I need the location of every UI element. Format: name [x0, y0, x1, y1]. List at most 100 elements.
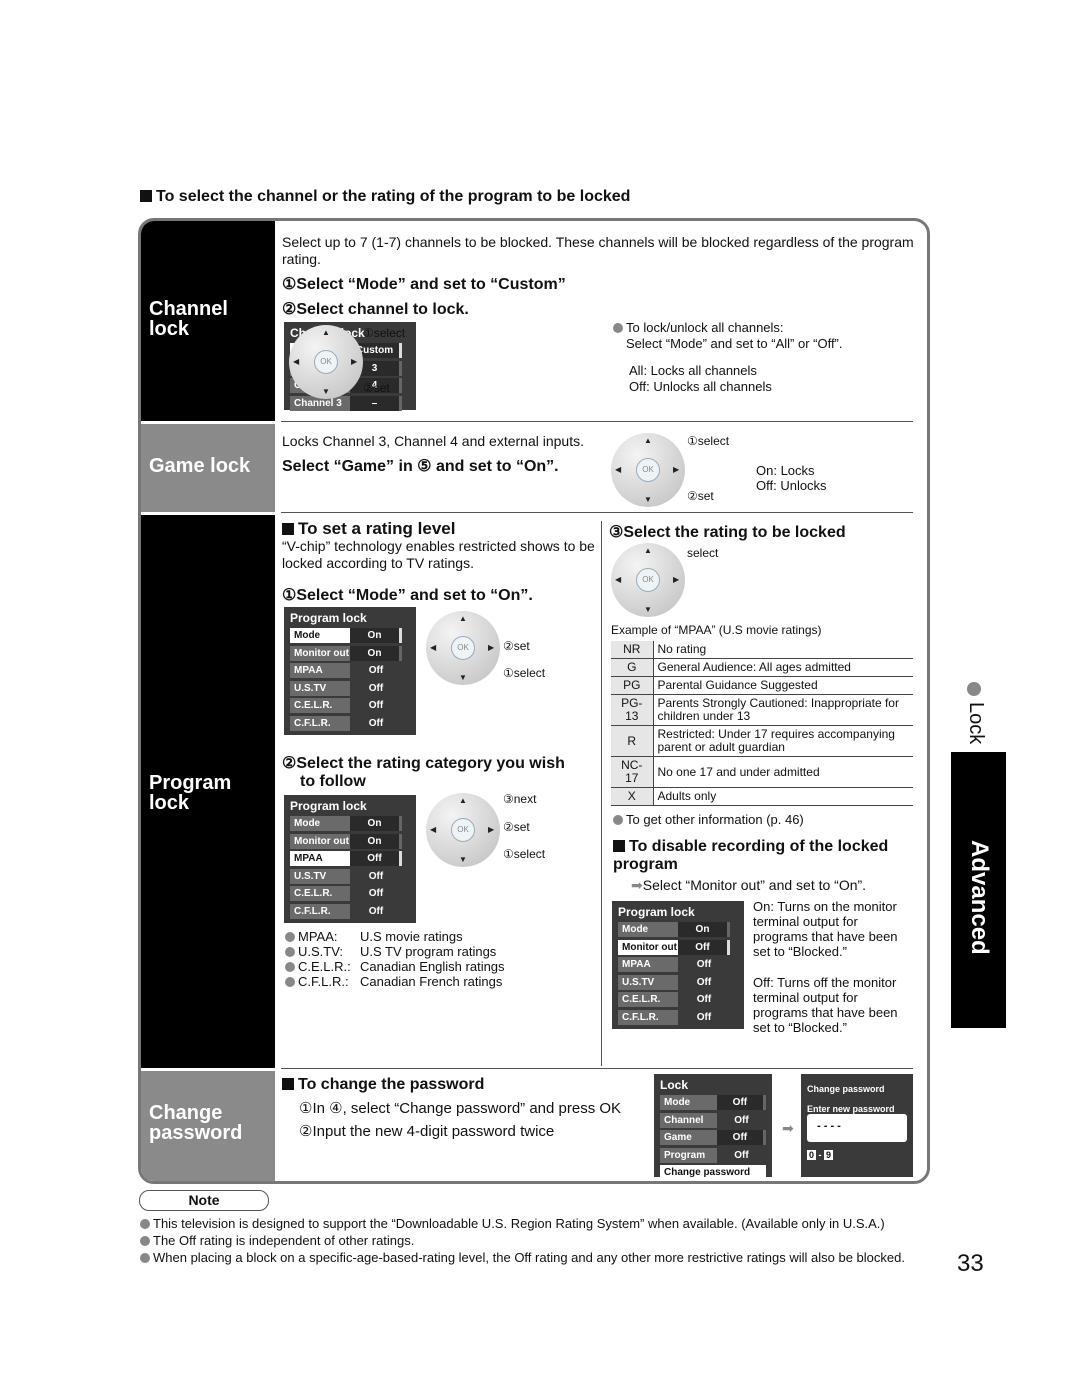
rating-heading: To set a rating level	[282, 519, 455, 539]
disable-step: ➡Select “Monitor out” and set to “On”.	[631, 877, 867, 893]
password-heading: To change the password	[282, 1076, 484, 1094]
note-label: Note	[139, 1190, 269, 1211]
rating-row: R Restricted: Under 17 requires accompany…	[611, 725, 913, 757]
menu-row[interactable]: C.E.L.R. Off	[290, 698, 410, 713]
arrow-down-icon: ▼	[459, 855, 467, 864]
all-desc: All: Locks all channels	[629, 363, 757, 378]
on-desc: On: Locks	[756, 463, 815, 478]
menu-row[interactable]: MPAA Off	[290, 663, 410, 678]
bullet-icon	[140, 1253, 150, 1263]
legend-item: MPAA: U.S movie ratings	[285, 929, 505, 944]
menu-value: Off	[678, 957, 730, 972]
remote-pad: OK ▲ ▼ ◀ ▶	[611, 433, 685, 507]
remote-pad: OK ▲ ▼ ◀ ▶	[426, 793, 500, 867]
arrow-right-icon: ➡	[782, 1120, 794, 1136]
label-program-lock: Program lock	[141, 515, 275, 1068]
bullet-icon	[285, 932, 295, 942]
menu-row[interactable]: Mode Off	[660, 1095, 766, 1110]
bullet-icon	[967, 682, 981, 696]
game-intro: Locks Channel 3, Channel 4 and external …	[282, 433, 584, 449]
arrow-right-icon: ▶	[488, 643, 495, 652]
menu-key: U.S.TV	[290, 868, 350, 884]
set-label: ②set	[503, 639, 530, 653]
menu-row[interactable]: C.F.L.R. Off	[290, 715, 410, 731]
menu-row[interactable]: C.F.L.R. Off	[290, 903, 410, 919]
arrow-down-icon: ▼	[322, 387, 330, 396]
ok-button-icon: OK	[314, 350, 338, 374]
menu-row[interactable]: Mode On	[618, 922, 738, 937]
bullet-icon	[285, 947, 295, 957]
password-step1: ①In ④, select “Change password” and pres…	[299, 1100, 622, 1117]
menu-row[interactable]: Mode On	[290, 816, 410, 831]
menu-row[interactable]: U.S.TV Off	[290, 680, 410, 696]
note-item: The Off rating is independent of other r…	[140, 1232, 905, 1249]
menu-row[interactable]: C.E.L.R. Off	[290, 886, 410, 901]
menu-row-change-password[interactable]: Change password	[660, 1165, 766, 1180]
bullet-icon	[613, 815, 623, 825]
note-list: This television is designed to support t…	[140, 1215, 905, 1266]
menu-row[interactable]: Channel 3–	[290, 395, 410, 411]
off-desc: Off: Unlocks all channels	[629, 379, 772, 394]
rating-code: X	[611, 787, 654, 806]
rating-code: R	[611, 725, 654, 757]
menu-value: On	[350, 833, 402, 849]
program-step1: ①Select “Mode” and set to “On”.	[282, 587, 533, 604]
remote-pad: OK ▲ ▼ ◀ ▶	[426, 611, 500, 685]
rating-code: G	[611, 658, 654, 677]
program-step2-cont: to follow	[300, 773, 366, 790]
menu-key: C.E.L.R.	[290, 886, 350, 901]
divider	[281, 1068, 913, 1069]
menu-key: Game	[660, 1130, 717, 1145]
menu-value: Off	[350, 886, 402, 901]
menu-key: C.E.L.R.	[290, 698, 350, 713]
menu-row[interactable]: MPAA Off	[618, 957, 738, 972]
monitor-on-desc: On: Turns on the monitor terminal output…	[753, 899, 898, 959]
arrow-left-icon: ◀	[293, 357, 300, 366]
channel-step2: ②Select channel to lock.	[282, 301, 469, 318]
menu-value: Off	[350, 663, 402, 678]
set-label: ②set	[687, 489, 714, 503]
menu-title: Lock	[660, 1078, 689, 1092]
menu-key: U.S.TV	[290, 680, 350, 696]
menu-row[interactable]: Program Off	[660, 1147, 766, 1163]
select-label: ①select	[503, 847, 546, 861]
channel-step1: ①Select “Mode” and set to “Custom”	[282, 276, 566, 293]
square-bullet-icon	[282, 1078, 294, 1090]
menu-row[interactable]: MPAA Off	[290, 851, 410, 866]
bullet-icon	[285, 977, 295, 987]
ratings-table: NR No rating G General Audience: All ages a…	[611, 641, 913, 806]
menu-row[interactable]: Channel Off	[660, 1112, 766, 1128]
rating-desc: Parental Guidance Suggested	[653, 676, 913, 695]
legend-key: MPAA:	[298, 929, 338, 944]
select-label: ①select	[687, 434, 730, 448]
menu-row[interactable]: C.F.L.R. Off	[618, 1009, 738, 1025]
arrow-up-icon: ▲	[644, 546, 652, 555]
ok-button-icon: OK	[636, 458, 660, 482]
example-caption: Example of “MPAA” (U.S movie ratings)	[611, 623, 822, 637]
menu-row[interactable]: Monitor out Off	[618, 939, 738, 955]
menu-row[interactable]: Game Off	[660, 1130, 766, 1145]
password-step2: ②Input the new 4-digit password twice	[299, 1123, 555, 1140]
menu-row[interactable]: Mode On	[290, 628, 410, 643]
menu-row[interactable]: C.E.L.R. Off	[618, 992, 738, 1007]
legend-key: U.S.TV:	[298, 944, 344, 959]
menu-value: Off	[678, 1009, 730, 1025]
menu-row[interactable]: U.S.TV Off	[290, 868, 410, 884]
rating-code: NC-17	[611, 756, 654, 788]
menu-row[interactable]: Monitor out On	[290, 833, 410, 849]
password-input[interactable]: - - - -	[807, 1114, 907, 1142]
menu-row[interactable]: U.S.TV Off	[618, 974, 738, 990]
menu-key: Mode	[660, 1095, 717, 1110]
menu-key: C.E.L.R.	[618, 992, 678, 1007]
bullet-icon	[613, 323, 623, 333]
rating-desc: No rating	[653, 641, 913, 659]
menu-value: Off	[716, 1095, 766, 1110]
menu-row[interactable]: Monitor out On	[290, 645, 410, 661]
square-bullet-icon	[613, 840, 625, 852]
program-step2: ②Select the rating category you wish	[282, 755, 565, 772]
legend-key: C.E.L.R.:	[298, 959, 351, 974]
arrow-up-icon: ▲	[459, 614, 467, 623]
label-line: Program	[149, 772, 232, 794]
lock-indicator	[967, 682, 984, 700]
rating-desc: Adults only	[653, 787, 913, 806]
